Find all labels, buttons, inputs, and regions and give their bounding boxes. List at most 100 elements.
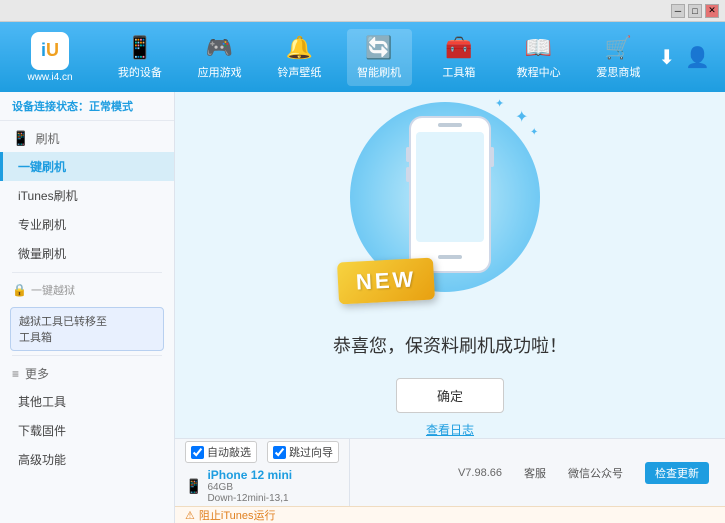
nav-my-device[interactable]: 📱 我的设备 xyxy=(107,29,172,86)
confirm-button[interactable]: 确定 xyxy=(396,378,504,413)
new-badge: NEW xyxy=(337,258,435,305)
auto-select-label: 自动敲选 xyxy=(207,444,251,460)
logo-icon: iU xyxy=(31,32,69,70)
device-storage: 64GB xyxy=(207,482,292,493)
minimize-button[interactable]: ─ xyxy=(671,4,685,18)
main-content: NEW ✦ ✦ ✦ 恭喜您，保资料刷机成功啦！ 确定 查看日志 xyxy=(175,92,725,438)
tutorials-icon: 📖 xyxy=(525,35,552,61)
footer-content: V7.98.66 客服 微信公众号 检查更新 xyxy=(350,439,725,506)
skip-wizard-label: 跳过向导 xyxy=(289,444,333,460)
warning-icon: ⚠ xyxy=(185,509,195,522)
maximize-button[interactable]: □ xyxy=(688,4,702,18)
auto-select-checkbox-container[interactable]: 自动敲选 xyxy=(185,441,257,463)
nav-ringtones[interactable]: 🔔 铃声壁纸 xyxy=(267,29,332,86)
sidebar-item-other-tools[interactable]: 其他工具 xyxy=(0,387,174,416)
nav-my-device-label: 我的设备 xyxy=(118,64,162,80)
version-text: V7.98.66 xyxy=(458,467,502,479)
nav-smart-flash-label: 智能刷机 xyxy=(357,64,401,80)
more-section-icon: ≡ xyxy=(12,367,19,381)
jailbreak-notice-text: 越狱工具已转移至工具箱 xyxy=(19,316,107,344)
sparkle-2: ✦ xyxy=(530,127,538,138)
auto-select-checkbox[interactable] xyxy=(191,446,204,459)
nav-bar: 📱 我的设备 🎮 应用游戏 🔔 铃声壁纸 🔄 智能刷机 🧰 工具箱 📖 教程中心… xyxy=(100,29,658,86)
device-name: iPhone 12 mini xyxy=(207,468,292,482)
nav-tutorials[interactable]: 📖 教程中心 xyxy=(506,29,571,86)
nav-mall-label: 爱思商城 xyxy=(596,64,640,80)
footer-bar: 自动敲选 跳过向导 📱 iPhone 12 mini 64GB Down-12m… xyxy=(175,438,725,506)
ringtones-icon: 🔔 xyxy=(286,35,313,61)
nav-mall[interactable]: 🛒 爱思商城 xyxy=(586,29,651,86)
logo-url: www.i4.cn xyxy=(27,72,72,83)
connection-status: 设备连接状态：正常模式 xyxy=(0,92,174,121)
device-details: iPhone 12 mini 64GB Down-12mini-13,1 xyxy=(207,468,292,504)
body-area: 设备连接状态：正常模式 📱 刷机 一键刷机 iTunes刷机 专业刷机 微量刷机 xyxy=(0,92,725,523)
wechat-link[interactable]: 微信公众号 xyxy=(568,465,623,481)
flash-section-label: 刷机 xyxy=(35,130,59,147)
download-icon[interactable]: ⬇ xyxy=(658,45,675,70)
toolbox-icon: 🧰 xyxy=(445,35,472,61)
sidebar-item-download-firmware[interactable]: 下载固件 xyxy=(0,416,174,445)
no-itunes-text: 阻止iTunes运行 xyxy=(199,507,276,523)
header: iU www.i4.cn 📱 我的设备 🎮 应用游戏 🔔 铃声壁纸 🔄 智能刷机… xyxy=(0,22,725,92)
pro-flash-label: 专业刷机 xyxy=(18,218,66,232)
sidebar-scroll: 设备连接状态：正常模式 📱 刷机 一键刷机 iTunes刷机 专业刷机 微量刷机 xyxy=(0,92,174,523)
flash-section-icon: 📱 xyxy=(12,130,29,147)
status-value: 正常模式 xyxy=(89,101,133,113)
other-tools-label: 其他工具 xyxy=(18,395,66,409)
sidebar-item-one-key-flash[interactable]: 一键刷机 xyxy=(0,152,174,181)
more-section-header: ≡ 更多 xyxy=(0,360,174,387)
skip-wizard-checkbox-container[interactable]: 跳过向导 xyxy=(267,441,339,463)
itunes-flash-label: iTunes刷机 xyxy=(18,189,78,203)
nav-smart-flash[interactable]: 🔄 智能刷机 xyxy=(347,29,412,86)
apps-games-icon: 🎮 xyxy=(206,35,233,61)
user-icon[interactable]: 👤 xyxy=(685,45,710,70)
status-label: 设备连接状态： xyxy=(12,101,89,113)
my-device-icon: 📱 xyxy=(126,35,153,61)
advanced-label: 高级功能 xyxy=(18,453,66,467)
customer-service-link[interactable]: 客服 xyxy=(524,465,546,481)
check-update-button[interactable]: 检查更新 xyxy=(645,462,709,484)
close-button[interactable]: ✕ xyxy=(705,4,719,18)
nav-toolbox-label: 工具箱 xyxy=(442,64,475,80)
sparkle-3: ✦ xyxy=(495,97,504,110)
sidebar-item-pro-flash[interactable]: 专业刷机 xyxy=(0,210,174,239)
sidebar-item-data-flash[interactable]: 微量刷机 xyxy=(0,239,174,268)
divider-2 xyxy=(12,355,162,356)
header-right-actions: ⬇ 👤 xyxy=(658,45,715,70)
smart-flash-icon: 🔄 xyxy=(365,35,392,61)
sparkle-1: ✦ xyxy=(515,107,528,127)
content-area: NEW ✦ ✦ ✦ 恭喜您，保资料刷机成功啦！ 确定 查看日志 自动敲选 xyxy=(175,92,725,523)
nav-apps-games-label: 应用游戏 xyxy=(198,64,242,80)
lock-icon: 🔒 xyxy=(12,283,27,297)
success-message: 恭喜您，保资料刷机成功啦！ xyxy=(333,332,567,358)
view-log-link[interactable]: 查看日志 xyxy=(426,421,474,438)
mall-icon: 🛒 xyxy=(605,35,632,61)
no-itunes-bar: ⚠ 阻止iTunes运行 xyxy=(175,506,725,523)
sidebar-item-itunes-flash[interactable]: iTunes刷机 xyxy=(0,181,174,210)
device-info: 📱 iPhone 12 mini 64GB Down-12mini-13,1 xyxy=(185,468,339,504)
phone-illustration: NEW ✦ ✦ ✦ xyxy=(330,92,570,322)
title-bar: ─ □ ✕ xyxy=(0,0,725,22)
nav-tutorials-label: 教程中心 xyxy=(517,64,561,80)
nav-ringtones-label: 铃声壁纸 xyxy=(277,64,321,80)
nav-toolbox[interactable]: 🧰 工具箱 xyxy=(426,29,491,86)
logo: iU www.i4.cn xyxy=(10,32,90,83)
download-firmware-label: 下载固件 xyxy=(18,424,66,438)
sidebar: 设备连接状态：正常模式 📱 刷机 一键刷机 iTunes刷机 专业刷机 微量刷机 xyxy=(0,92,175,523)
jailbreak-section: 🔒 一键越狱 xyxy=(0,277,174,303)
nav-apps-games[interactable]: 🎮 应用游戏 xyxy=(187,29,252,86)
data-flash-label: 微量刷机 xyxy=(18,247,66,261)
footer-sidebar: 自动敲选 跳过向导 📱 iPhone 12 mini 64GB Down-12m… xyxy=(175,439,350,506)
divider-1 xyxy=(12,272,162,273)
device-model: Down-12mini-13,1 xyxy=(207,493,292,504)
one-key-flash-label: 一键刷机 xyxy=(18,160,66,174)
flash-section-header: 📱 刷机 xyxy=(0,125,174,152)
device-phone-icon: 📱 xyxy=(185,478,202,495)
checkbox-row: 自动敲选 跳过向导 xyxy=(185,441,339,463)
sidebar-item-advanced[interactable]: 高级功能 xyxy=(0,445,174,474)
more-section-label: 更多 xyxy=(25,365,49,382)
window-controls[interactable]: ─ □ ✕ xyxy=(671,4,719,18)
skip-wizard-checkbox[interactable] xyxy=(273,446,286,459)
jailbreak-notice: 越狱工具已转移至工具箱 xyxy=(10,307,164,351)
jailbreak-label: 一键越狱 xyxy=(31,282,75,298)
